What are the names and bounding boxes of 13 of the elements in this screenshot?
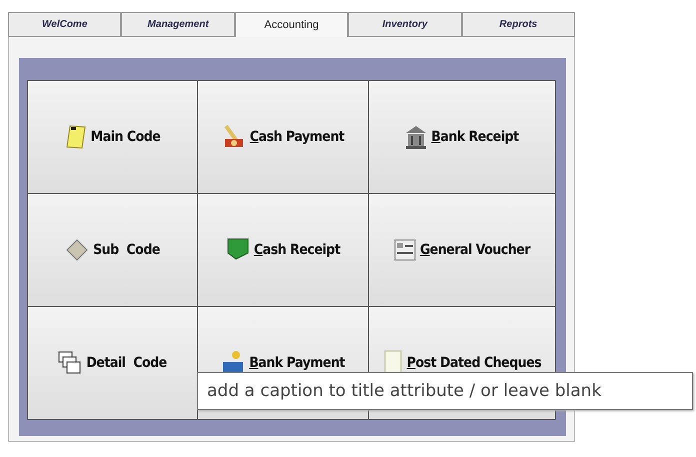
tab[interactable]: WelCome — [8, 12, 122, 36]
tab[interactable]: Inventory — [348, 12, 462, 36]
tab[interactable]: Accounting — [234, 12, 348, 37]
menu-button[interactable]: Cash Payment — [198, 81, 368, 193]
tab[interactable]: Reprots — [462, 12, 576, 36]
tab[interactable]: Management — [121, 12, 235, 36]
menu-button[interactable]: Main Code — [28, 81, 197, 193]
menu-button[interactable]: General Voucher — [369, 194, 555, 306]
menu-button[interactable]: Bank Receipt — [369, 81, 555, 193]
menu-button[interactable]: Cash Receipt — [198, 194, 368, 306]
menu-button[interactable]: Sub Code — [28, 194, 197, 306]
menu-button[interactable]: Detail Code — [28, 307, 197, 419]
tooltip: add a caption to title attribute / or leave blank — [197, 372, 693, 410]
